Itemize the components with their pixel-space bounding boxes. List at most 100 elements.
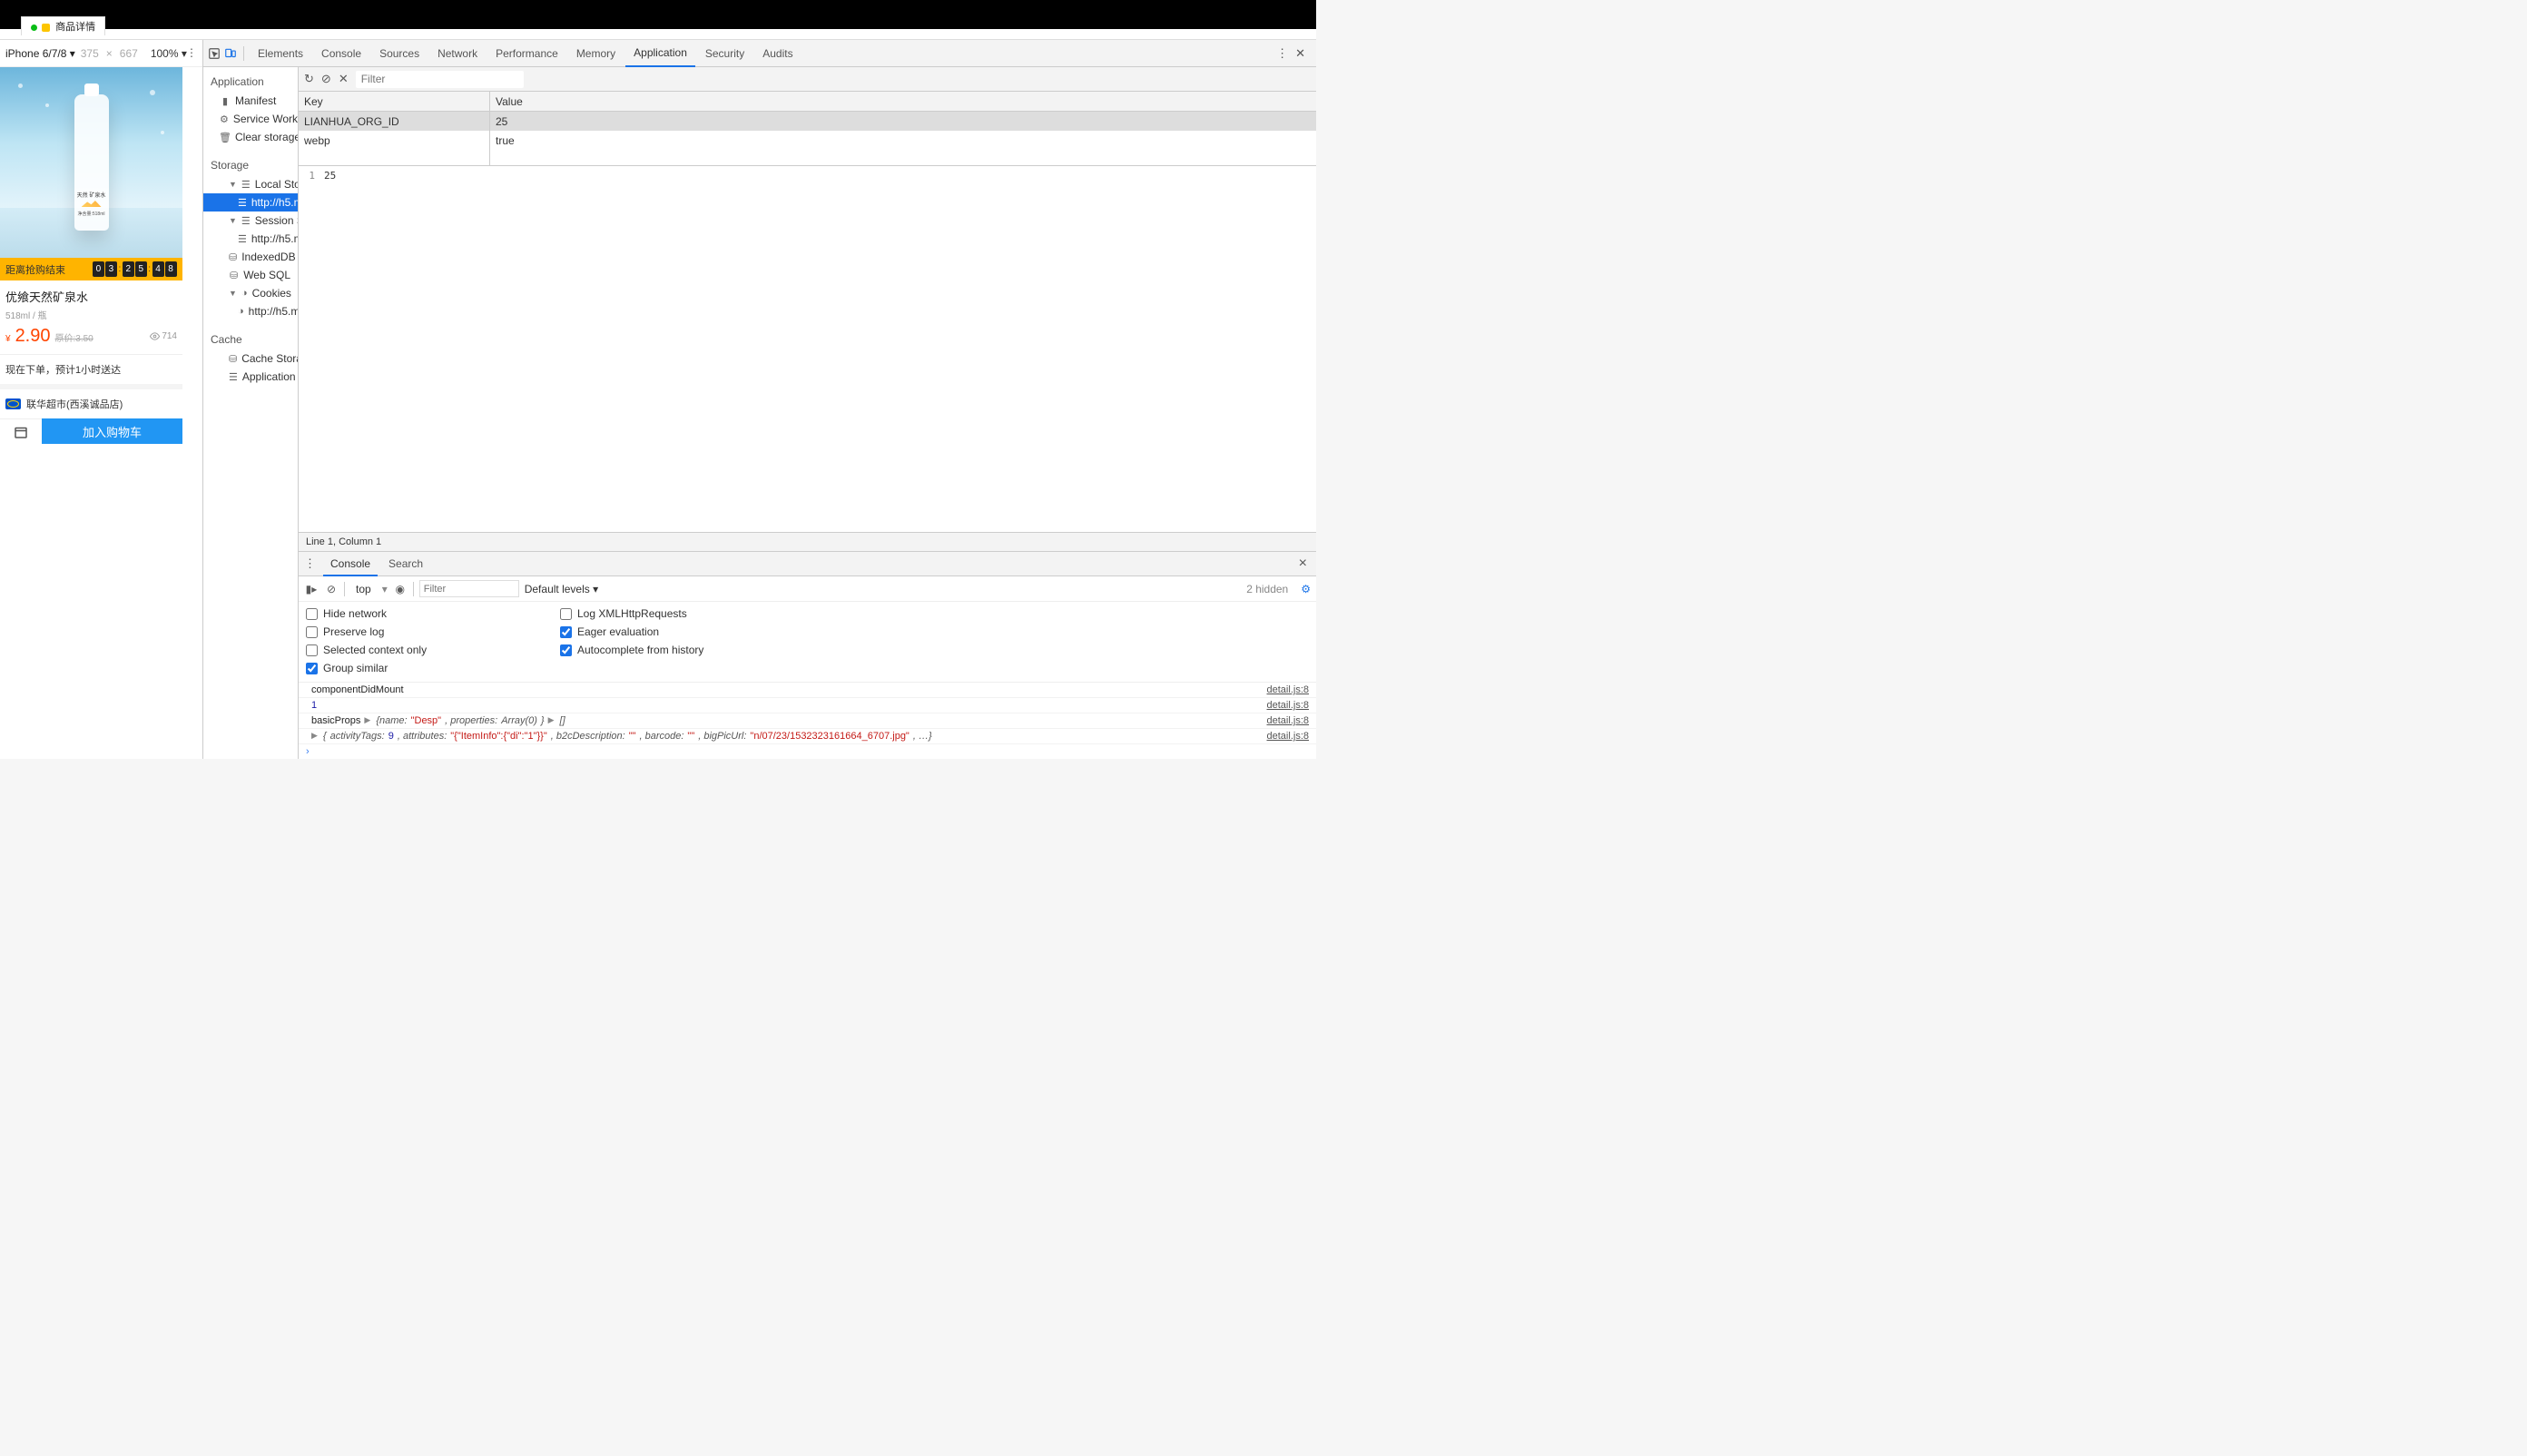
- sidebar-heading-storage: Storage: [203, 155, 298, 175]
- countdown-digit: 5: [135, 261, 147, 277]
- storage-pane: ↻ ⊘ ✕ Key LIANHUA_ORG_ID webp Value 25 t…: [299, 67, 1316, 759]
- column-header-value[interactable]: Value: [490, 92, 1316, 112]
- log-levels-select[interactable]: Default levels ▾: [525, 583, 598, 595]
- log-entry[interactable]: 1 detail.js:8: [299, 698, 1316, 713]
- cart-button[interactable]: [0, 418, 42, 444]
- refresh-icon[interactable]: ↻: [304, 72, 314, 86]
- clear-icon[interactable]: ⊘: [321, 72, 331, 86]
- option-eager-evaluation[interactable]: Eager evaluation: [560, 625, 796, 638]
- countdown-digit: 0: [93, 261, 104, 277]
- sidebar-item-application-cache[interactable]: ☰Application Cache: [203, 368, 298, 386]
- countdown-digit: 8: [165, 261, 177, 277]
- expand-icon[interactable]: ▶: [311, 731, 318, 742]
- option-log-xhr[interactable]: Log XMLHttpRequests: [560, 607, 796, 620]
- sidebar-item-websql[interactable]: ⛁Web SQL: [203, 266, 298, 284]
- context-select[interactable]: top: [350, 583, 377, 595]
- option-autocomplete-history[interactable]: Autocomplete from history: [560, 644, 796, 656]
- storage-icon: ☰: [241, 215, 251, 226]
- storage-key-cell[interactable]: webp: [299, 131, 489, 150]
- tab-audits[interactable]: Audits: [754, 40, 801, 67]
- console-filter-input[interactable]: [419, 580, 519, 597]
- delete-icon[interactable]: ✕: [339, 72, 349, 86]
- sidebar-item-indexeddb[interactable]: ⛁IndexedDB: [203, 248, 298, 266]
- console-toolbar: ▮▸ ⊘ top ▾ ◉ Default levels ▾ 2 hidden ⚙: [299, 576, 1316, 602]
- log-entry[interactable]: ▶ {activityTags: 9, attributes: "{"ItemI…: [299, 729, 1316, 744]
- phone-page: 天然 矿泉水 净含量:518ml 距离抢购结束 0 3 : 2 5 : 4 8: [0, 67, 182, 444]
- sidebar-item-service-workers[interactable]: ⚙Service Workers: [203, 110, 298, 128]
- sidebar-item-manifest[interactable]: ▮Manifest: [203, 92, 298, 110]
- sidebar-item-cookies[interactable]: ▼◑Cookies: [203, 284, 298, 302]
- device-select[interactable]: iPhone 6/7/8 ▾: [5, 47, 75, 60]
- drawer-menu-icon[interactable]: ⋮: [304, 556, 316, 571]
- source-link[interactable]: detail.js:8: [1267, 715, 1309, 726]
- option-hide-network[interactable]: Hide network: [306, 607, 542, 620]
- devtools-close-icon[interactable]: ✕: [1295, 46, 1305, 61]
- storage-value-cell[interactable]: 25: [490, 112, 1316, 131]
- sidebar-item-cache-storage[interactable]: ⛁Cache Storage: [203, 349, 298, 368]
- sidebar-item-local-storage[interactable]: ▼☰Local Storage: [203, 175, 298, 193]
- option-selected-context[interactable]: Selected context only: [306, 644, 542, 656]
- tab-network[interactable]: Network: [429, 40, 486, 67]
- store-logo-icon: [5, 398, 21, 409]
- tab-elements[interactable]: Elements: [250, 40, 311, 67]
- storage-key-cell[interactable]: LIANHUA_ORG_ID: [299, 112, 489, 131]
- log-entry[interactable]: componentDidMount detail.js:8: [299, 683, 1316, 698]
- cookie-icon: ◑: [241, 288, 248, 299]
- tab-sources[interactable]: Sources: [371, 40, 428, 67]
- console-settings: Hide network Preserve log Selected conte…: [299, 602, 1316, 683]
- console-prompt[interactable]: ›: [299, 744, 1316, 759]
- tab-performance[interactable]: Performance: [487, 40, 566, 67]
- store-row[interactable]: 联华超市(西溪诚品店): [0, 389, 182, 418]
- viewport-height[interactable]: 667: [120, 47, 138, 60]
- drawer-tab-console[interactable]: Console: [323, 552, 378, 576]
- tab-console[interactable]: Console: [313, 40, 369, 67]
- favicon-icon: [42, 24, 50, 32]
- chevron-down-icon: ▼: [229, 289, 237, 298]
- viewport-width[interactable]: 375: [81, 47, 99, 60]
- source-link[interactable]: detail.js:8: [1267, 731, 1309, 742]
- clear-console-icon[interactable]: ⊘: [324, 583, 339, 595]
- sidebar-item-cookies-origin[interactable]: ◑http://h5.m.52shangou.c: [203, 302, 298, 320]
- expand-icon[interactable]: ▶: [548, 715, 555, 726]
- inspect-icon[interactable]: [207, 46, 221, 61]
- devtools-menu-icon[interactable]: ⋮: [1276, 46, 1288, 61]
- storage-value-cell[interactable]: true: [490, 131, 1316, 150]
- hidden-count[interactable]: 2 hidden: [1246, 583, 1288, 595]
- source-link[interactable]: detail.js:8: [1267, 700, 1309, 711]
- storage-toolbar: ↻ ⊘ ✕: [299, 67, 1316, 92]
- live-expression-icon[interactable]: ◉: [393, 583, 408, 595]
- console-sidebar-icon[interactable]: ▮▸: [304, 583, 319, 595]
- countdown-bar: 距离抢购结束 0 3 : 2 5 : 4 8: [0, 258, 182, 280]
- tab-application[interactable]: Application: [625, 40, 695, 67]
- tab-memory[interactable]: Memory: [568, 40, 624, 67]
- manifest-icon: ▮: [220, 95, 231, 106]
- countdown-digit: 3: [105, 261, 117, 277]
- source-link[interactable]: detail.js:8: [1267, 684, 1309, 695]
- option-group-similar[interactable]: Group similar: [306, 662, 542, 674]
- sidebar-item-clear-storage[interactable]: 🗑Clear storage: [203, 128, 298, 146]
- emulator-menu-icon[interactable]: ⋮: [186, 46, 197, 59]
- cookie-icon: ◑: [238, 306, 244, 317]
- device-mode-icon[interactable]: [223, 46, 238, 61]
- sidebar-heading-application: Application: [203, 72, 298, 92]
- delivery-info: 现在下单，预计1小时送达: [0, 355, 182, 389]
- option-preserve-log[interactable]: Preserve log: [306, 625, 542, 638]
- storage-filter-input[interactable]: [356, 71, 524, 88]
- log-entry[interactable]: basicProps ▶ {name: "Desp", properties: …: [299, 713, 1316, 729]
- sidebar-item-session-storage[interactable]: ▼☰Session Storage: [203, 212, 298, 230]
- zoom-select[interactable]: 100% ▾: [151, 47, 187, 60]
- device-emulator: iPhone 6/7/8 ▾ 375 × 667 100% ▾ ⋮ 天然 矿泉水: [0, 40, 203, 759]
- drawer-tab-search[interactable]: Search: [381, 552, 430, 576]
- browser-tab[interactable]: 商品详情: [21, 16, 105, 35]
- add-to-cart-button[interactable]: 加入购物车: [42, 418, 182, 444]
- sidebar-item-session-storage-origin[interactable]: ☰http://h5.m.52shangou.c: [203, 230, 298, 248]
- console-settings-icon[interactable]: ⚙: [1301, 583, 1311, 595]
- expand-icon[interactable]: ▶: [364, 715, 370, 726]
- column-header-key[interactable]: Key: [299, 92, 489, 112]
- tab-strip: 商品详情: [0, 29, 1316, 40]
- tab-security[interactable]: Security: [697, 40, 752, 67]
- detail-value[interactable]: 25: [319, 166, 1316, 532]
- drawer-close-icon[interactable]: ×: [1295, 556, 1311, 572]
- storage-icon: ☰: [238, 233, 247, 244]
- sidebar-item-local-storage-origin[interactable]: ☰http://h5.m.52shangou.c: [203, 193, 298, 212]
